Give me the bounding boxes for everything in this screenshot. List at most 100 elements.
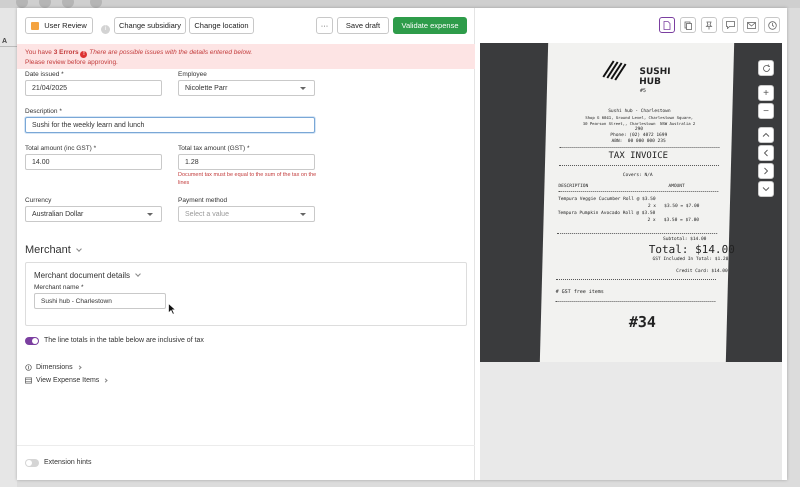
chevron-down-icon bbox=[135, 271, 141, 277]
history-button[interactable] bbox=[764, 17, 780, 33]
currency-value: Australian Dollar bbox=[32, 210, 84, 218]
description-value: Sushi for the weekly learn and lunch bbox=[32, 121, 145, 129]
receipt-abn: ABN: 00 000 000 235 bbox=[611, 139, 666, 144]
currency-select[interactable]: Australian Dollar bbox=[25, 206, 162, 222]
payment-method-select[interactable]: Select a value bbox=[178, 206, 315, 222]
bg-window-dot bbox=[39, 0, 51, 8]
document-icon bbox=[663, 20, 671, 30]
merchant-name-value: Sushi hub - Charlestown bbox=[41, 297, 112, 305]
more-options-label: ··· bbox=[320, 21, 329, 30]
description-field[interactable]: Sushi for the weekly learn and lunch bbox=[25, 117, 315, 133]
zoom-in-button[interactable]: + bbox=[758, 85, 774, 101]
receipt-gst-free-note: # GST free items bbox=[555, 289, 604, 295]
footer-divider bbox=[17, 445, 475, 446]
currency-label: Currency bbox=[25, 197, 52, 204]
merchant-section-toggle[interactable]: Merchant bbox=[25, 244, 82, 256]
error-prefix: You have bbox=[25, 49, 54, 56]
document-view-button[interactable] bbox=[659, 17, 675, 33]
merchant-name-label: Merchant name * bbox=[34, 284, 84, 291]
chevron-up-icon bbox=[762, 132, 770, 137]
receipt-divider bbox=[558, 165, 719, 166]
copy-button[interactable] bbox=[680, 17, 696, 33]
error-count: 3 Errors bbox=[53, 49, 79, 56]
date-issued-field[interactable]: 21/04/2025 bbox=[25, 80, 162, 96]
list-icon bbox=[25, 377, 32, 384]
comment-button[interactable] bbox=[722, 17, 738, 33]
receipt-divider bbox=[555, 301, 716, 302]
email-button[interactable] bbox=[743, 17, 759, 33]
pin-button[interactable] bbox=[701, 17, 717, 33]
sushi-hub-logo-icon bbox=[602, 60, 627, 81]
payment-method-placeholder: Select a value bbox=[185, 210, 229, 218]
merchant-details-title: Merchant document details bbox=[34, 271, 131, 280]
receipt-divider bbox=[555, 279, 716, 280]
user-review-label: User Review bbox=[44, 21, 87, 30]
caret-down-icon bbox=[300, 213, 306, 216]
history-icon bbox=[767, 20, 777, 30]
error-icon: ! bbox=[80, 51, 88, 58]
dimensions-toggle[interactable]: Dimensions bbox=[25, 364, 82, 371]
zoom-in-icon: + bbox=[763, 87, 769, 99]
view-expense-items-toggle[interactable]: View Expense Items bbox=[25, 377, 108, 384]
receipt-logo-line2: HUB bbox=[639, 77, 661, 87]
change-location-button[interactable]: Change location bbox=[189, 17, 254, 34]
receipt-logo-line1: SUSHI bbox=[639, 67, 671, 77]
total-tax-value: 1.28 bbox=[185, 158, 199, 166]
user-review-button[interactable]: User Review bbox=[25, 17, 93, 34]
receipt-covers: Covers: N/A bbox=[622, 173, 653, 178]
date-issued-value: 21/04/2025 bbox=[32, 84, 68, 92]
receipt-item1-qty: 2 x $3.50 = $7.00 bbox=[647, 204, 700, 209]
viewer-empty-area bbox=[480, 362, 782, 480]
extension-hints-label: Extension hints bbox=[44, 459, 92, 466]
dimensions-label: Dimensions bbox=[36, 364, 73, 371]
receipt-image-viewer[interactable]: SUSHI HUB #5 Sushi hub - Charlestown Sho… bbox=[480, 43, 782, 362]
receipt-order-number: #34 bbox=[628, 313, 657, 331]
inclusive-tax-toggle[interactable] bbox=[25, 337, 39, 345]
bg-window-dot bbox=[62, 0, 74, 8]
pan-down-button[interactable] bbox=[758, 181, 774, 197]
employee-value: Nicolette Parr bbox=[185, 84, 228, 92]
validate-expense-label: Validate expense bbox=[401, 21, 459, 30]
pan-up-button[interactable] bbox=[758, 127, 774, 143]
copy-icon bbox=[684, 21, 692, 30]
change-subsidiary-button[interactable]: Change subsidiary bbox=[114, 17, 186, 34]
rotate-button[interactable] bbox=[758, 60, 774, 76]
error-message: There are possible issues with the detai… bbox=[89, 49, 253, 56]
background-app-header bbox=[0, 0, 800, 8]
save-draft-button[interactable]: Save draft bbox=[337, 17, 389, 34]
receipt-phone: Phone: (02) 4072 1699 bbox=[610, 133, 668, 138]
info-icon[interactable]: i bbox=[101, 25, 110, 34]
error-instruction: Please review before approving. bbox=[25, 59, 118, 66]
merchant-name-field[interactable]: Sushi hub - Charlestown bbox=[34, 293, 166, 309]
status-square-icon bbox=[31, 21, 40, 30]
receipt-divider bbox=[557, 233, 718, 234]
mail-icon bbox=[746, 21, 756, 29]
form-toolbar: User Review i Change subsidiary Change l… bbox=[17, 8, 475, 43]
validate-expense-button[interactable]: Validate expense bbox=[393, 17, 467, 34]
change-location-label: Change location bbox=[194, 21, 249, 30]
merchant-details-panel: Merchant document details Merchant name … bbox=[25, 262, 467, 326]
receipt-col-amount: AMOUNT bbox=[668, 184, 685, 189]
bg-sidebar-letter: A bbox=[2, 38, 8, 45]
zoom-out-button[interactable]: − bbox=[758, 103, 774, 119]
merchant-details-toggle[interactable]: Merchant document details bbox=[34, 271, 141, 280]
more-options-button[interactable]: ··· bbox=[316, 17, 333, 34]
extension-hints-toggle[interactable] bbox=[25, 459, 39, 467]
employee-select[interactable]: Nicolette Parr bbox=[178, 80, 315, 96]
description-label: Description * bbox=[25, 108, 62, 115]
pan-right-button[interactable] bbox=[758, 163, 774, 179]
receipt-image: SUSHI HUB #5 Sushi hub - Charlestown Sho… bbox=[539, 43, 735, 362]
total-tax-field[interactable]: 1.28 bbox=[178, 154, 315, 170]
receipt-gst-included: GST Included In Total: $1.28 bbox=[652, 257, 729, 262]
pan-left-button[interactable] bbox=[758, 145, 774, 161]
receipt-item2-qty: 2 x $3.50 = $7.00 bbox=[647, 218, 700, 223]
error-banner: You have 3 Errors ! There are possible i… bbox=[17, 44, 475, 69]
inclusive-tax-label: The line totals in the table below are i… bbox=[44, 337, 204, 344]
bg-window-dot bbox=[90, 0, 102, 8]
chevron-down-icon bbox=[762, 187, 770, 192]
receipt-item1: Tempura Veggie Cucumber Roll @ $3.50 bbox=[558, 197, 656, 202]
total-amount-field[interactable]: 14.00 bbox=[25, 154, 162, 170]
merchant-section-title: Merchant bbox=[25, 244, 71, 256]
tax-error-text: Document tax must be equal to the sum of… bbox=[178, 172, 317, 186]
document-viewer-panel: SUSHI HUB #5 Sushi hub - Charlestown Sho… bbox=[480, 8, 787, 480]
